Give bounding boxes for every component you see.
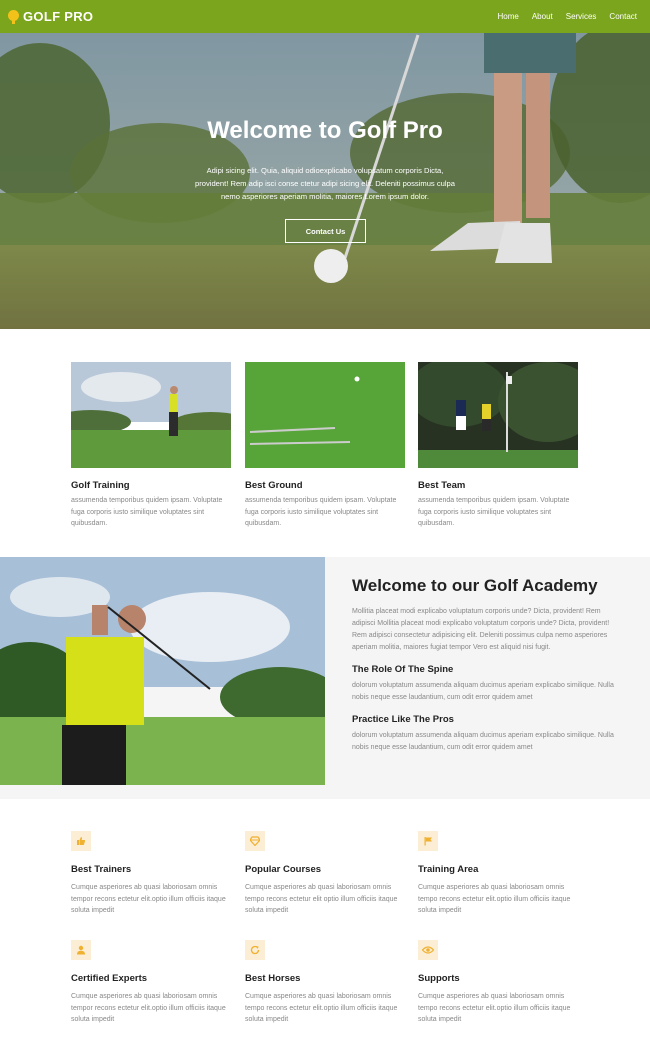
- user-icon: [71, 940, 91, 960]
- service-item: Best Horses Cumque asperiores ab quasi l…: [245, 940, 405, 1026]
- nav-link-contact[interactable]: Contact: [609, 12, 637, 21]
- brand-logo[interactable]: GOLF PRO: [8, 9, 93, 24]
- service-text: Cumque asperiores ab quasi laboriosam om…: [245, 884, 398, 914]
- service-title: Training Area: [418, 864, 479, 875]
- golf-ball-icon: [8, 9, 19, 24]
- refresh-icon: [245, 940, 265, 960]
- card-title: Best Ground: [245, 480, 303, 491]
- nav-link-home[interactable]: Home: [497, 12, 518, 21]
- golf-training-image: [51, 362, 251, 468]
- card-text: assumenda temporibus quidem ipsam. Volup…: [245, 497, 397, 527]
- hero-description: Adipi sicing elit. Quia, aliquid odioexp…: [195, 166, 455, 201]
- service-item: Best Trainers Cumque asperiores ab quasi…: [71, 831, 231, 917]
- hero-banner: Welcome to Golf Pro Adipi sicing elit. Q…: [0, 33, 650, 329]
- academy-title: Welcome to our Golf Academy: [352, 576, 598, 595]
- academy-subtext: dolorum voluptatum assumenda aliquam duc…: [352, 682, 614, 701]
- service-text: Cumque asperiores ab quasi laboriosam om…: [71, 884, 226, 914]
- service-item: Certified Experts Cumque asperiores ab q…: [71, 940, 231, 1026]
- service-text: Cumque asperiores ab quasi laboriosam om…: [71, 993, 226, 1023]
- service-title: Supports: [418, 973, 460, 984]
- nav-link-about[interactable]: About: [532, 12, 553, 21]
- feature-card: Golf Training assumenda temporibus quide…: [51, 362, 251, 530]
- academy-golfer-image: [0, 557, 325, 785]
- contact-us-button[interactable]: Contact Us: [285, 219, 366, 243]
- feature-card: Best Ground assumenda temporibus quidem …: [245, 362, 405, 530]
- best-team-image: [408, 357, 598, 468]
- brand-name: GOLF PRO: [23, 9, 94, 24]
- academy-description: Mollitia placeat modi explicabo voluptat…: [352, 608, 610, 651]
- service-title: Best Horses: [245, 973, 301, 984]
- service-item: Popular Courses Cumque asperiores ab qua…: [245, 831, 405, 917]
- feature-card: Best Team assumenda temporibus quidem ip…: [408, 357, 598, 530]
- service-text: Cumque asperiores ab quasi laboriosam om…: [418, 993, 571, 1023]
- academy-subheading: Practice Like The Pros: [352, 714, 454, 725]
- academy-subheading: The Role Of The Spine: [352, 664, 454, 675]
- eye-icon: [418, 940, 438, 960]
- hero-title: Welcome to Golf Pro: [207, 117, 443, 144]
- thumbs-up-icon: [71, 831, 91, 851]
- service-title: Popular Courses: [245, 864, 322, 875]
- best-ground-image: [245, 362, 405, 468]
- service-item: Training Area Cumque asperiores ab quasi…: [418, 831, 578, 917]
- service-item: Supports Cumque asperiores ab quasi labo…: [418, 940, 578, 1026]
- service-title: Certified Experts: [71, 973, 148, 984]
- flag-icon: [418, 831, 438, 851]
- card-title: Golf Training: [71, 480, 130, 491]
- academy-content: Welcome to our Golf Academy Mollitia pla…: [352, 574, 624, 754]
- card-text: assumenda temporibus quidem ipsam. Volup…: [71, 497, 223, 527]
- main-menu: Home About Services Contact: [497, 12, 637, 21]
- service-text: Cumque asperiores ab quasi laboriosam om…: [245, 993, 398, 1023]
- card-title: Best Team: [418, 480, 466, 491]
- service-text: Cumque asperiores ab quasi laboriosam om…: [418, 884, 571, 914]
- nav-link-services[interactable]: Services: [566, 12, 597, 21]
- diamond-icon: [245, 831, 265, 851]
- card-text: assumenda temporibus quidem ipsam. Volup…: [418, 497, 570, 527]
- service-title: Best Trainers: [71, 864, 132, 875]
- academy-subtext: dolorum voluptatum assumenda aliquam duc…: [352, 732, 614, 751]
- top-navbar: GOLF PRO Home About Services Contact: [0, 0, 650, 33]
